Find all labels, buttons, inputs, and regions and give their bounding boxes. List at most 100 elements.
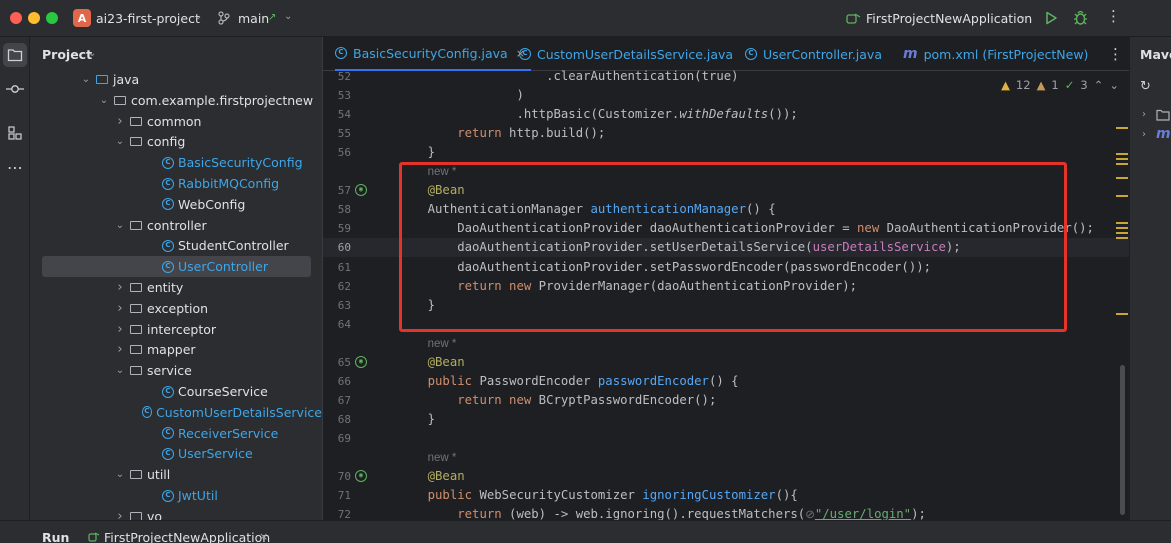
run-tab-label[interactable]: FirstProjectNewApplication (104, 530, 270, 543)
tree-item-basicsecurityconfig[interactable]: C BasicSecurityConfig (30, 152, 322, 173)
tree-item-usercontroller[interactable]: C UserController (42, 256, 311, 278)
tree-item-com-example-firstprojectnew[interactable]: ⌄ com.example.firstprojectnew (30, 90, 322, 111)
tab-pom-xml[interactable]: m pom.xml (FirstProjectNew) (903, 37, 1088, 71)
tree-item-webconfig[interactable]: C WebConfig (30, 194, 322, 215)
bean-gutter-icon[interactable]: ◉ (355, 470, 367, 483)
tree-item-common[interactable]: › common (30, 111, 322, 132)
code-line[interactable]: 52 .clearAuthentication(true) (323, 67, 1130, 86)
line-number[interactable]: 57 (323, 181, 351, 200)
refresh-icon[interactable]: ↻ (1140, 79, 1151, 94)
tree-item-controller[interactable]: ⌄ controller (30, 215, 322, 236)
bean-gutter-icon[interactable]: ◉ (355, 355, 367, 368)
run-configuration-selector[interactable]: FirstProjectNewApplication (866, 11, 1032, 26)
more-actions-icon[interactable]: ⋮ (1106, 7, 1121, 25)
tree-item-interceptor[interactable]: › interceptor (30, 319, 322, 340)
close-window-button[interactable] (10, 12, 22, 24)
tree-item-exception[interactable]: › exception (30, 298, 322, 319)
minimize-window-button[interactable] (28, 12, 40, 24)
tab-custom-user-details-service[interactable]: C CustomUserDetailsService.java (519, 37, 733, 71)
tree-item-java[interactable]: ⌄ java (30, 69, 322, 90)
code-line[interactable]: 67 return new BCryptPasswordEncoder(); (323, 391, 1130, 410)
chevron-down-icon[interactable]: ⌄ (194, 11, 202, 22)
run-icon[interactable] (1044, 11, 1058, 25)
line-number[interactable]: 67 (323, 391, 351, 410)
code-line[interactable]: 66 public PasswordEncoder passwordEncode… (323, 372, 1130, 391)
tree-item-jwtutil[interactable]: C JwtUtil (30, 485, 322, 506)
tree-item-studentcontroller[interactable]: C StudentController (30, 235, 322, 256)
run-panel-label[interactable]: Run (42, 530, 69, 543)
code-line[interactable]: 55 return http.build(); (323, 124, 1130, 143)
commit-tool-button[interactable] (3, 77, 27, 101)
line-number[interactable]: 55 (323, 124, 351, 143)
chevron-down-icon[interactable]: ⌄ (1018, 11, 1026, 22)
line-number[interactable]: 60 (323, 238, 351, 257)
chevron-down-icon[interactable]: ⌄ (114, 136, 126, 147)
line-number[interactable]: 66 (323, 372, 351, 391)
tree-item-utill[interactable]: ⌄ utill (30, 464, 322, 485)
line-number[interactable]: 70 (323, 467, 351, 486)
code-line[interactable]: 68 } (323, 410, 1130, 429)
code-line[interactable]: 69 (323, 429, 1130, 448)
chevron-right-icon[interactable]: › (114, 301, 126, 316)
tree-item-entity[interactable]: › entity (30, 277, 322, 298)
line-number[interactable]: 56 (323, 143, 351, 162)
line-number[interactable]: 62 (323, 277, 351, 296)
chevron-right-icon[interactable]: › (114, 280, 126, 295)
line-number[interactable]: 65 (323, 353, 351, 372)
line-number[interactable]: 69 (323, 429, 351, 448)
more-icon[interactable]: ⋯ (3, 155, 27, 179)
tree-item-config[interactable]: ⌄ config (30, 131, 322, 152)
maximize-window-button[interactable] (46, 12, 58, 24)
chevron-down-icon[interactable]: ⌄ (114, 469, 126, 480)
chevron-right-icon[interactable]: › (114, 509, 126, 520)
chevron-down-icon[interactable]: ⌄ (114, 365, 126, 376)
line-number[interactable]: 53 (323, 86, 351, 105)
chevron-right-icon[interactable]: › (114, 114, 126, 129)
line-number[interactable]: 59 (323, 219, 351, 238)
tree-item-userservice[interactable]: C UserService (30, 443, 322, 464)
tree-item-rabbitmqconfig[interactable]: C RabbitMQConfig (30, 173, 322, 194)
chevron-down-icon[interactable]: ⌄ (88, 48, 96, 59)
chevron-down-icon[interactable]: ⌄ (98, 95, 110, 106)
code-line[interactable]: new * (323, 334, 1130, 353)
chevron-right-icon[interactable]: › (1142, 129, 1146, 140)
line-number[interactable]: 68 (323, 410, 351, 429)
project-tool-button[interactable] (3, 43, 27, 67)
code-line[interactable]: 71 public WebSecurityCustomizer ignoring… (323, 486, 1130, 505)
tree-item-mapper[interactable]: › mapper (30, 339, 322, 360)
chevron-down-icon[interactable]: ⌄ (284, 11, 292, 22)
tree-item-customuserdetailsservice[interactable]: C CustomUserDetailsService (30, 402, 322, 423)
tree-item-courseservice[interactable]: C CourseService (30, 381, 322, 402)
tab-user-controller[interactable]: C UserController.java (745, 37, 882, 71)
line-number[interactable]: 61 (323, 258, 351, 277)
chevron-down-icon[interactable]: ⌄ (114, 220, 126, 231)
chevron-right-icon[interactable]: › (1142, 109, 1146, 120)
maven-panel-title[interactable]: Maven (1140, 47, 1171, 62)
close-tab-icon[interactable]: × (259, 530, 268, 543)
branch-name[interactable]: main (238, 11, 269, 26)
more-tabs-icon[interactable]: ⋮ (1108, 45, 1123, 63)
line-number[interactable]: 52 (323, 67, 351, 86)
line-number[interactable]: 64 (323, 315, 351, 334)
maven-module-icon[interactable]: m (1156, 126, 1171, 142)
tree-item-receiverservice[interactable]: C ReceiverService (30, 423, 322, 444)
code-line[interactable]: 56 } (323, 143, 1130, 162)
project-badge[interactable]: A (73, 9, 91, 27)
debug-icon[interactable] (1073, 10, 1088, 26)
line-number[interactable]: 71 (323, 486, 351, 505)
project-panel-title[interactable]: Project (42, 47, 92, 62)
project-name[interactable]: ai23-first-project (96, 11, 200, 26)
code-line[interactable]: 53 ) (323, 86, 1130, 105)
line-number[interactable]: 58 (323, 200, 351, 219)
code-line[interactable]: 70 ◉ @Bean (323, 467, 1130, 486)
bean-gutter-icon[interactable]: ◉ (355, 184, 367, 197)
tab-basic-security-config[interactable]: C BasicSecurityConfig.java × (335, 37, 531, 71)
chevron-right-icon[interactable]: › (114, 342, 126, 357)
chevron-down-icon[interactable]: ⌄ (80, 74, 92, 85)
code-line[interactable]: new * (323, 448, 1130, 467)
chevron-right-icon[interactable]: › (114, 322, 126, 337)
editor-scrollbar[interactable] (1120, 365, 1125, 515)
line-number[interactable]: 63 (323, 296, 351, 315)
tree-item-service[interactable]: ⌄ service (30, 360, 322, 381)
structure-tool-button[interactable] (3, 121, 27, 145)
